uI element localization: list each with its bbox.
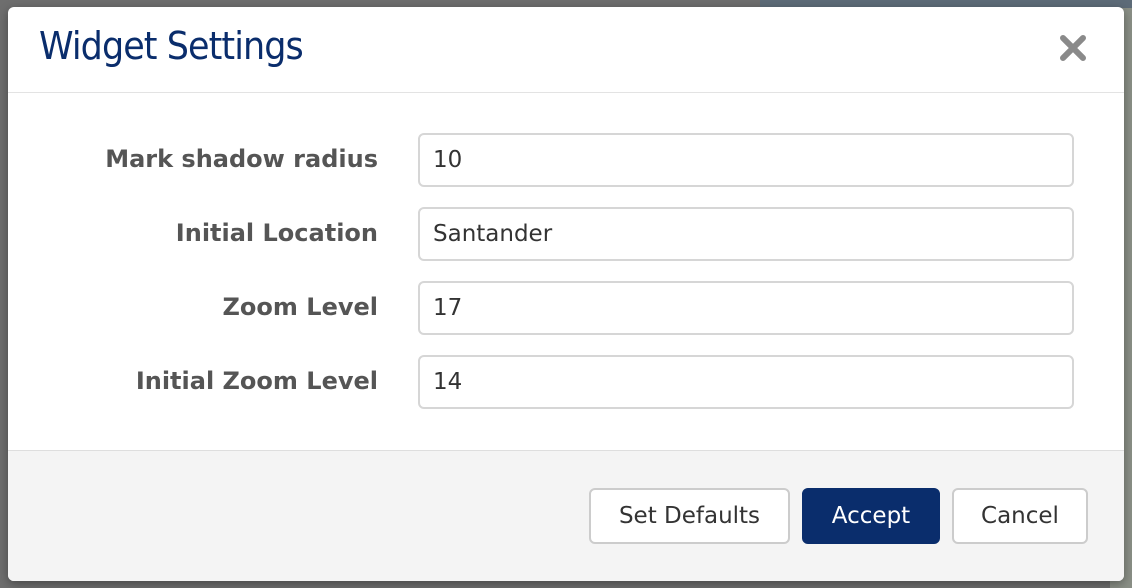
mark-shadow-radius-input[interactable] [418,133,1074,187]
initial-location-input[interactable] [418,207,1074,261]
initial-zoom-level-label: Initial Zoom Level [135,367,378,395]
dialog-title: Widget Settings [39,24,304,68]
cancel-button[interactable]: Cancel [952,488,1088,544]
zoom-level-label: Zoom Level [222,293,378,321]
mark-shadow-radius-label: Mark shadow radius [105,145,378,173]
form-row-zoom-level: Zoom Level [8,281,1124,335]
form-row-initial-location: Initial Location [8,207,1124,261]
initial-location-label: Initial Location [175,219,378,247]
dialog-body: Mark shadow radius Initial Location Zoom… [8,93,1124,450]
accept-button[interactable]: Accept [802,488,940,544]
widget-settings-dialog: Widget Settings Mark shadow radius Initi… [8,7,1124,581]
form-row-initial-zoom-level: Initial Zoom Level [8,355,1124,409]
initial-zoom-level-input[interactable] [418,355,1074,409]
dialog-header: Widget Settings [8,7,1124,93]
close-button[interactable] [1058,33,1088,63]
dialog-footer: Set Defaults Accept Cancel [8,450,1124,581]
close-icon [1060,35,1086,61]
zoom-level-input[interactable] [418,281,1074,335]
set-defaults-button[interactable]: Set Defaults [589,488,790,544]
form-row-mark-shadow-radius: Mark shadow radius [8,133,1124,187]
